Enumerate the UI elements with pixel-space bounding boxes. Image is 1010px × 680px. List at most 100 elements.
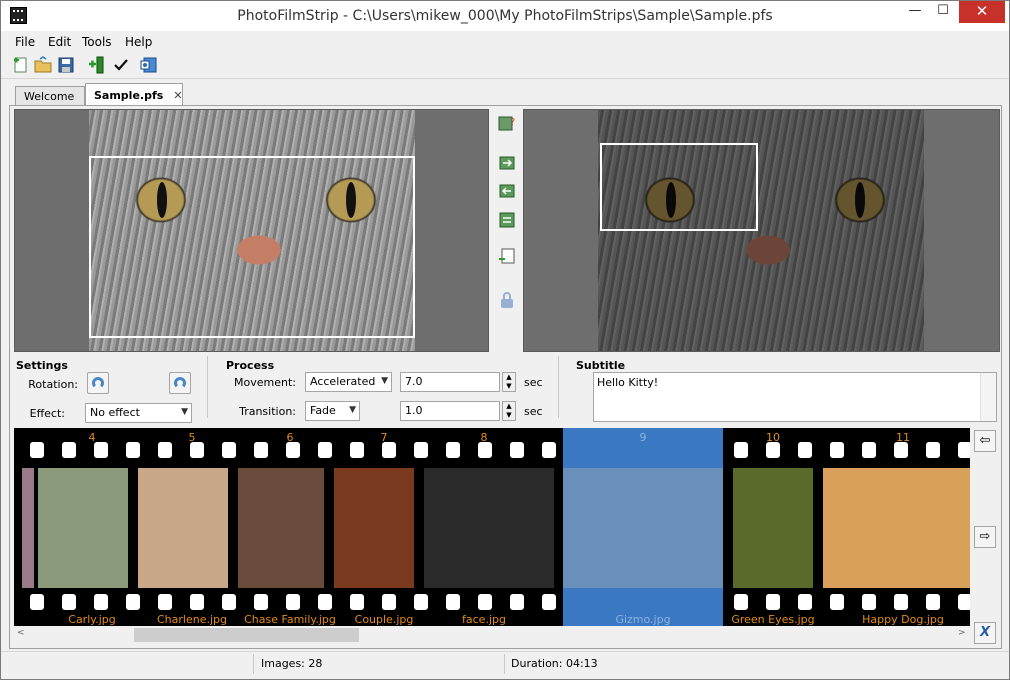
status-divider: [253, 654, 254, 674]
close-button[interactable]: ✕: [959, 1, 1005, 23]
effect-value: No effect: [90, 406, 140, 419]
cat-eye-right: [855, 182, 865, 218]
movement-duration-stepper[interactable]: ▲ ▼: [502, 372, 516, 392]
move-right-button[interactable]: ⇨: [974, 526, 996, 548]
scroll-right-icon[interactable]: >: [958, 628, 966, 638]
svg-text:?: ?: [510, 117, 515, 128]
chevron-down-icon: ▼: [349, 405, 356, 415]
filmstrip-frame[interactable]: 11 Happy Dog.jpg: [823, 428, 970, 626]
end-crop-rectangle[interactable]: [600, 143, 758, 231]
movement-unit: sec: [524, 376, 543, 389]
tab-close-icon[interactable]: ✕: [173, 89, 182, 102]
filmstrip-frame[interactable]: 10 Green Eyes.jpg: [723, 428, 823, 626]
app-window: PhotoFilmStrip - C:\Users\mikew_000\My P…: [0, 0, 1010, 680]
frame-thumbnail: [424, 468, 554, 588]
subtitle-text: Hello Kitty!: [597, 376, 659, 389]
image-count: Images: 28: [261, 657, 323, 670]
effect-label: Effect:: [29, 407, 65, 420]
keep-ratio-icon[interactable]: [497, 247, 517, 267]
menu-help[interactable]: Help: [125, 35, 152, 49]
start-crop-rectangle[interactable]: [89, 156, 415, 338]
window-title: PhotoFilmStrip - C:\Users\mikew_000\My P…: [237, 8, 773, 24]
menu-bar: File Edit Tools Help: [1, 32, 1009, 52]
frame-number: 9: [639, 431, 647, 444]
transition-duration-input[interactable]: 1.0: [400, 401, 500, 421]
filmstrip-frame[interactable]: 8 face.jpg: [414, 428, 554, 626]
tab-sample-label: Sample.pfs: [94, 89, 164, 102]
frame-filename: face.jpg: [462, 613, 506, 626]
chevron-down-icon: ▼: [381, 376, 388, 386]
movement-value: Accelerated: [310, 375, 376, 388]
frame-filename: Happy Dog.jpg: [862, 613, 944, 626]
frame-thumbnail: [733, 468, 813, 588]
frame-filename: Gizmo.jpg: [615, 613, 671, 626]
status-bar: Images: 28 Duration: 04:13: [1, 651, 1009, 679]
frame-filename: Green Eyes.jpg: [731, 613, 815, 626]
toolbar: [1, 53, 1009, 79]
frame-number: 10: [766, 431, 780, 444]
start-rect-preview[interactable]: [14, 109, 489, 352]
section-divider: [207, 356, 208, 418]
transition-select[interactable]: Fade ▼: [305, 401, 360, 421]
menu-edit[interactable]: Edit: [48, 35, 71, 49]
frame-thumbnail: [38, 468, 128, 588]
chevron-down-icon: ▼: [181, 407, 188, 417]
rect-tools: ?: [490, 109, 523, 352]
frame-thumbnail: [238, 468, 324, 588]
subtitle-scrollbar[interactable]: [980, 373, 996, 421]
title-bar: PhotoFilmStrip - C:\Users\mikew_000\My P…: [1, 1, 1009, 31]
transition-value: Fade: [310, 404, 336, 417]
import-pictures-icon[interactable]: [88, 56, 106, 74]
status-divider: [504, 654, 505, 674]
check-icon[interactable]: [112, 56, 130, 74]
movement-duration-input[interactable]: 7.0: [400, 372, 500, 392]
frame-thumbnail: [334, 468, 414, 588]
transition-label: Transition:: [239, 405, 296, 418]
lock-icon[interactable]: [497, 290, 517, 310]
scrollbar-thumb[interactable]: [134, 628, 359, 642]
frame-thumbnail: [563, 468, 723, 588]
settings-heading: Settings: [16, 359, 68, 372]
new-project-icon[interactable]: [12, 56, 30, 74]
scroll-left-icon[interactable]: <: [17, 628, 25, 638]
frame-number: 11: [896, 431, 910, 444]
rotate-left-button[interactable]: [87, 372, 109, 394]
frame-thumbnail: [823, 468, 970, 588]
tab-sample-pfs[interactable]: Sample.pfs ✕: [85, 83, 183, 106]
open-project-icon[interactable]: [34, 56, 52, 74]
rotate-left-icon: [92, 377, 104, 389]
document-tabs: Welcome Sample.pfs ✕: [9, 83, 1001, 106]
maximize-button[interactable]: ☐: [929, 1, 957, 23]
filmstrip-scrollbar[interactable]: < >: [14, 626, 970, 644]
movement-select[interactable]: Accelerated ▼: [305, 372, 392, 392]
end-rect-preview[interactable]: [523, 109, 1000, 352]
rotate-right-button[interactable]: [169, 372, 191, 394]
minimize-button[interactable]: —: [901, 1, 929, 23]
copy-to-start-icon[interactable]: [497, 181, 517, 201]
render-icon[interactable]: [140, 56, 158, 74]
transition-duration-stepper[interactable]: ▲ ▼: [502, 401, 516, 421]
frame-number: 8: [480, 431, 488, 444]
duration: Duration: 04:13: [511, 657, 598, 670]
copy-to-end-icon[interactable]: [497, 153, 517, 173]
remove-picture-button[interactable]: X: [974, 622, 996, 644]
menu-file[interactable]: File: [15, 35, 35, 49]
swap-icon[interactable]: [497, 210, 517, 230]
menu-tools[interactable]: Tools: [82, 35, 112, 49]
rotate-right-icon: [174, 377, 186, 389]
filmstrip[interactable]: 4 Carly.jpg 5 Charlene.jpg 6 Chase Famil…: [14, 428, 970, 626]
transition-unit: sec: [524, 405, 543, 418]
subtitle-textarea[interactable]: Hello Kitty!: [593, 372, 997, 422]
subtitle-heading: Subtitle: [576, 359, 626, 372]
tab-welcome[interactable]: Welcome: [15, 86, 85, 105]
tab-welcome-label: Welcome: [24, 90, 75, 103]
save-icon[interactable]: [57, 56, 75, 74]
auto-adjust-icon[interactable]: ?: [497, 114, 517, 134]
project-panel: ? Settings Rotation: Effect: No effect ▼…: [9, 105, 1002, 649]
filmstrip-frame-selected[interactable]: 9 Gizmo.jpg: [563, 428, 723, 626]
move-left-button[interactable]: ⇦: [974, 430, 996, 452]
rotation-label: Rotation:: [28, 378, 78, 391]
section-divider: [558, 356, 559, 418]
effect-select[interactable]: No effect ▼: [85, 403, 192, 423]
movement-label: Movement:: [234, 376, 296, 389]
